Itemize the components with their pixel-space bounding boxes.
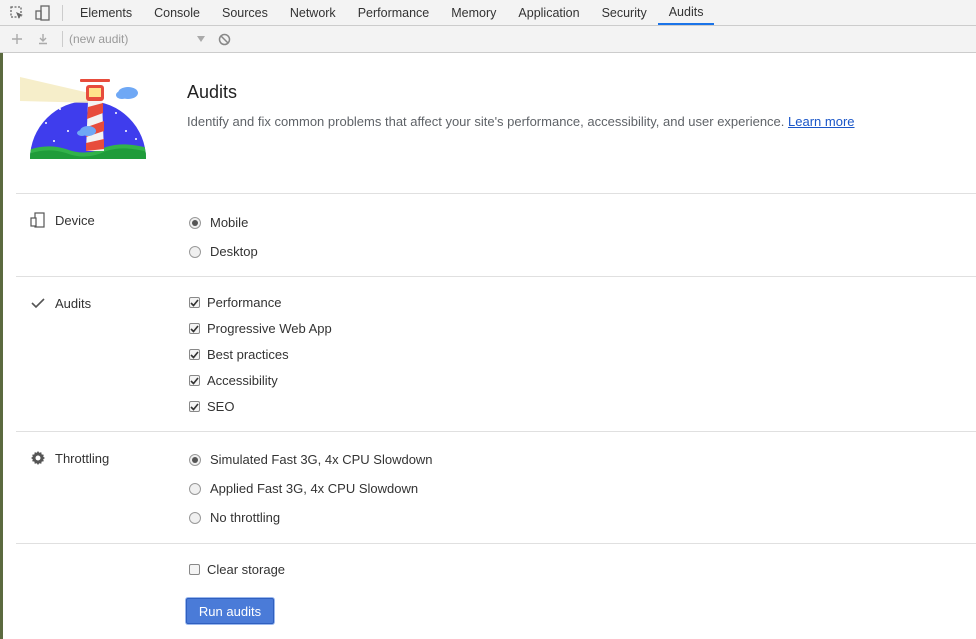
add-audit-button[interactable] [4, 26, 30, 52]
clear-storage-checkbox[interactable] [189, 564, 200, 575]
audits-section-label: Audits [30, 295, 91, 311]
device-section-label: Device [30, 212, 95, 228]
desktop-radio[interactable] [189, 245, 201, 258]
no-throttling-label: No throttling [210, 510, 281, 525]
simulated-label: Simulated Fast 3G, 4x CPU Slowdown [210, 452, 433, 467]
applied-label: Applied Fast 3G, 4x CPU Slowdown [210, 481, 419, 496]
audit-option-pwa[interactable]: Progressive Web App [189, 321, 332, 336]
throttling-section: Throttling Simulated Fast 3G, 4x CPU Slo… [16, 432, 976, 544]
tab-sources[interactable]: Sources [211, 0, 279, 25]
throttling-option-applied[interactable]: Applied Fast 3G, 4x CPU Slowdown [189, 481, 418, 496]
throttling-label: Throttling [55, 450, 110, 466]
pwa-checkbox[interactable] [189, 323, 200, 334]
seo-label: SEO [207, 399, 235, 414]
audits-section: Audits Performance Progressive Web App B… [16, 277, 976, 432]
audits-toolbar: (new audit) [0, 26, 976, 53]
performance-checkbox[interactable] [189, 297, 200, 308]
mobile-radio[interactable] [189, 216, 201, 229]
devtools-tab-bar: Elements Console Sources Network Perform… [0, 0, 976, 26]
device-section: Device Mobile Desktop [16, 194, 976, 277]
performance-label: Performance [207, 295, 282, 310]
audit-report-select[interactable]: (new audit) [69, 32, 211, 46]
accessibility-checkbox[interactable] [189, 375, 200, 386]
tab-security[interactable]: Security [591, 0, 658, 25]
page-description: Identify and fix common problems that af… [187, 114, 855, 129]
device-icon [30, 212, 46, 228]
inspect-element-icon[interactable] [4, 0, 30, 25]
no-throttling-radio[interactable] [189, 511, 201, 524]
clear-storage-label: Clear storage [207, 562, 286, 577]
tab-console[interactable]: Console [143, 0, 211, 25]
pwa-label: Progressive Web App [207, 321, 332, 336]
seo-checkbox[interactable] [189, 401, 200, 412]
plus-icon [12, 34, 22, 44]
download-icon [39, 34, 47, 45]
tab-application[interactable]: Application [507, 0, 590, 25]
block-icon [218, 33, 230, 45]
learn-more-link[interactable]: Learn more [788, 114, 854, 129]
triangle-down-icon [197, 36, 205, 42]
tab-network[interactable]: Network [279, 0, 347, 25]
applied-radio[interactable] [189, 482, 201, 495]
tab-memory[interactable]: Memory [440, 0, 507, 25]
checkmark-icon [30, 295, 46, 311]
throttling-section-label: Throttling [30, 450, 109, 466]
download-report-button[interactable] [30, 26, 56, 52]
audits-label: Audits [55, 295, 92, 311]
accessibility-label: Accessibility [207, 373, 278, 388]
audit-option-performance[interactable]: Performance [189, 295, 281, 310]
throttling-option-none[interactable]: No throttling [189, 510, 280, 525]
best-practices-checkbox[interactable] [189, 349, 200, 360]
toolbar-separator [62, 31, 63, 47]
run-audits-button[interactable]: Run audits [186, 598, 274, 624]
page-title: Audits [187, 82, 238, 102]
device-label: Device [55, 212, 95, 228]
tab-audits[interactable]: Audits [657, 0, 715, 25]
tab-separator [62, 5, 63, 21]
desktop-label: Desktop [210, 244, 258, 259]
best-practices-label: Best practices [207, 347, 289, 362]
device-option-mobile[interactable]: Mobile [189, 215, 248, 230]
mobile-label: Mobile [210, 215, 249, 230]
tab-elements[interactable]: Elements [69, 0, 143, 25]
description-text: Identify and fix common problems that af… [187, 114, 785, 129]
gear-icon [30, 450, 46, 466]
audit-option-accessibility[interactable]: Accessibility [189, 373, 278, 388]
simulated-radio[interactable] [189, 453, 201, 466]
tab-performance[interactable]: Performance [347, 0, 441, 25]
throttling-option-simulated[interactable]: Simulated Fast 3G, 4x CPU Slowdown [189, 452, 433, 467]
audits-header: Audits Identify and fix common problems … [16, 53, 976, 194]
audit-option-best-practices[interactable]: Best practices [189, 347, 289, 362]
clear-all-button[interactable] [211, 26, 237, 52]
device-toolbar-icon[interactable] [30, 0, 56, 25]
clear-storage-option[interactable]: Clear storage [189, 562, 285, 577]
audit-select-value: (new audit) [69, 32, 129, 46]
device-option-desktop[interactable]: Desktop [189, 244, 258, 259]
audits-panel: Audits Identify and fix common problems … [3, 53, 976, 639]
lighthouse-logo-icon [16, 73, 161, 164]
audit-option-seo[interactable]: SEO [189, 399, 234, 414]
